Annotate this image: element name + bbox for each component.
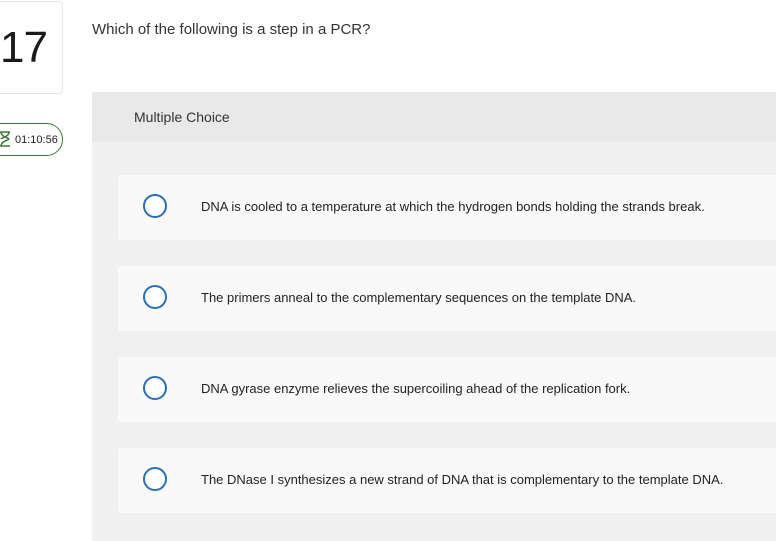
answer-option[interactable]: The primers anneal to the complementary … — [118, 266, 776, 331]
answer-panel-header: Multiple Choice — [92, 92, 776, 142]
answer-option[interactable]: The DNase I synthesizes a new strand of … — [118, 448, 776, 513]
timer-badge[interactable]: 01:10:56 — [0, 123, 63, 156]
radio-button[interactable] — [143, 467, 167, 491]
radio-button[interactable] — [143, 376, 167, 400]
answer-option-label: DNA gyrase enzyme relieves the supercoil… — [201, 381, 631, 396]
answer-option-label: The DNase I synthesizes a new strand of … — [201, 472, 724, 487]
radio-button[interactable] — [143, 285, 167, 309]
answer-option-label: The primers anneal to the complementary … — [201, 290, 637, 305]
answer-option-label: DNA is cooled to a temperature at which … — [201, 199, 705, 214]
question-type-label: Multiple Choice — [134, 109, 230, 125]
question-number: 17 — [0, 23, 48, 72]
answer-option[interactable]: DNA is cooled to a temperature at which … — [118, 175, 776, 240]
radio-button[interactable] — [143, 194, 167, 218]
answer-option[interactable]: DNA gyrase enzyme relieves the supercoil… — [118, 357, 776, 422]
timer-value: 01:10:56 — [15, 134, 58, 146]
hourglass-icon — [0, 131, 10, 147]
question-text: Which of the following is a step in a PC… — [92, 21, 371, 38]
